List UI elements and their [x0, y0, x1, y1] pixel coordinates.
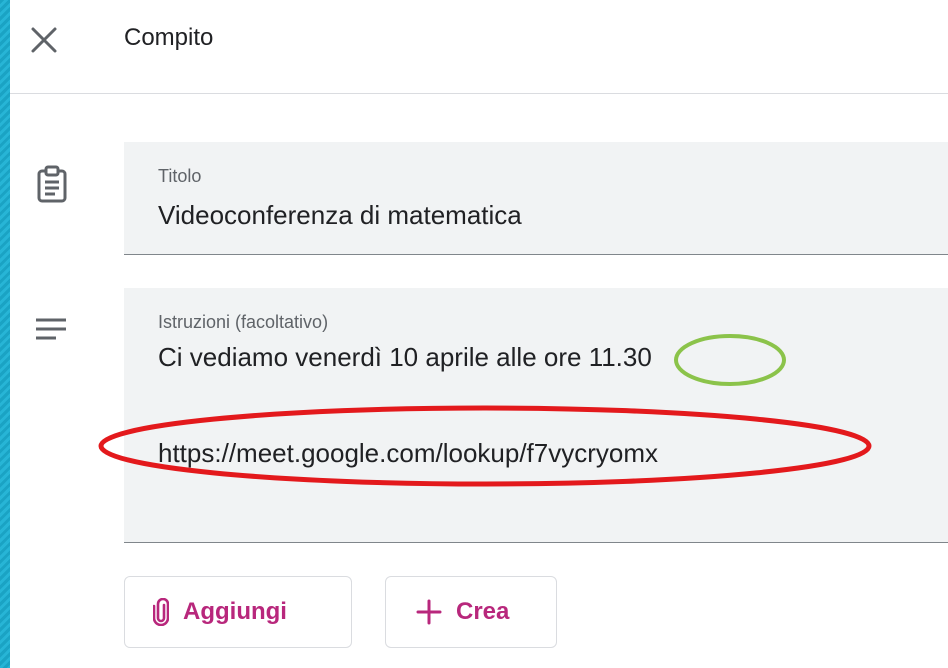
assignment-icon: [37, 165, 67, 203]
add-attachment-label: Aggiungi: [183, 598, 287, 625]
meet-link[interactable]: https://meet.google.com/lookup/f7vycryom…: [158, 438, 658, 469]
plus-icon: [416, 599, 442, 625]
instructions-field[interactable]: Istruzioni (facoltativo) Ci vediamo vene…: [124, 288, 948, 543]
create-label: Crea: [456, 598, 510, 625]
instructions-line-1: Ci vediamo venerdì 10 aprile alle ore 11…: [158, 342, 652, 373]
title-label: Titolo: [158, 166, 202, 186]
notes-icon: [36, 318, 66, 340]
close-icon: [31, 27, 57, 53]
page-title: Compito: [124, 24, 214, 51]
assignment-panel: Compito Titolo Videoconferenza di matema…: [10, 0, 948, 668]
title-value: Videoconferenza di matematica: [158, 200, 522, 230]
close-button[interactable]: [24, 22, 64, 58]
paperclip-icon: [153, 598, 169, 626]
title-field[interactable]: Titolo Videoconferenza di matematica: [124, 142, 948, 255]
instructions-label: Istruzioni (facoltativo): [158, 312, 329, 332]
add-attachment-button[interactable]: Aggiungi: [124, 576, 352, 648]
header: Compito: [10, 0, 948, 94]
meeting-time: 11.30: [588, 342, 652, 372]
create-button[interactable]: Crea: [385, 576, 557, 648]
instructions-text: Ci vediamo venerdì 10 aprile alle ore: [158, 342, 589, 372]
